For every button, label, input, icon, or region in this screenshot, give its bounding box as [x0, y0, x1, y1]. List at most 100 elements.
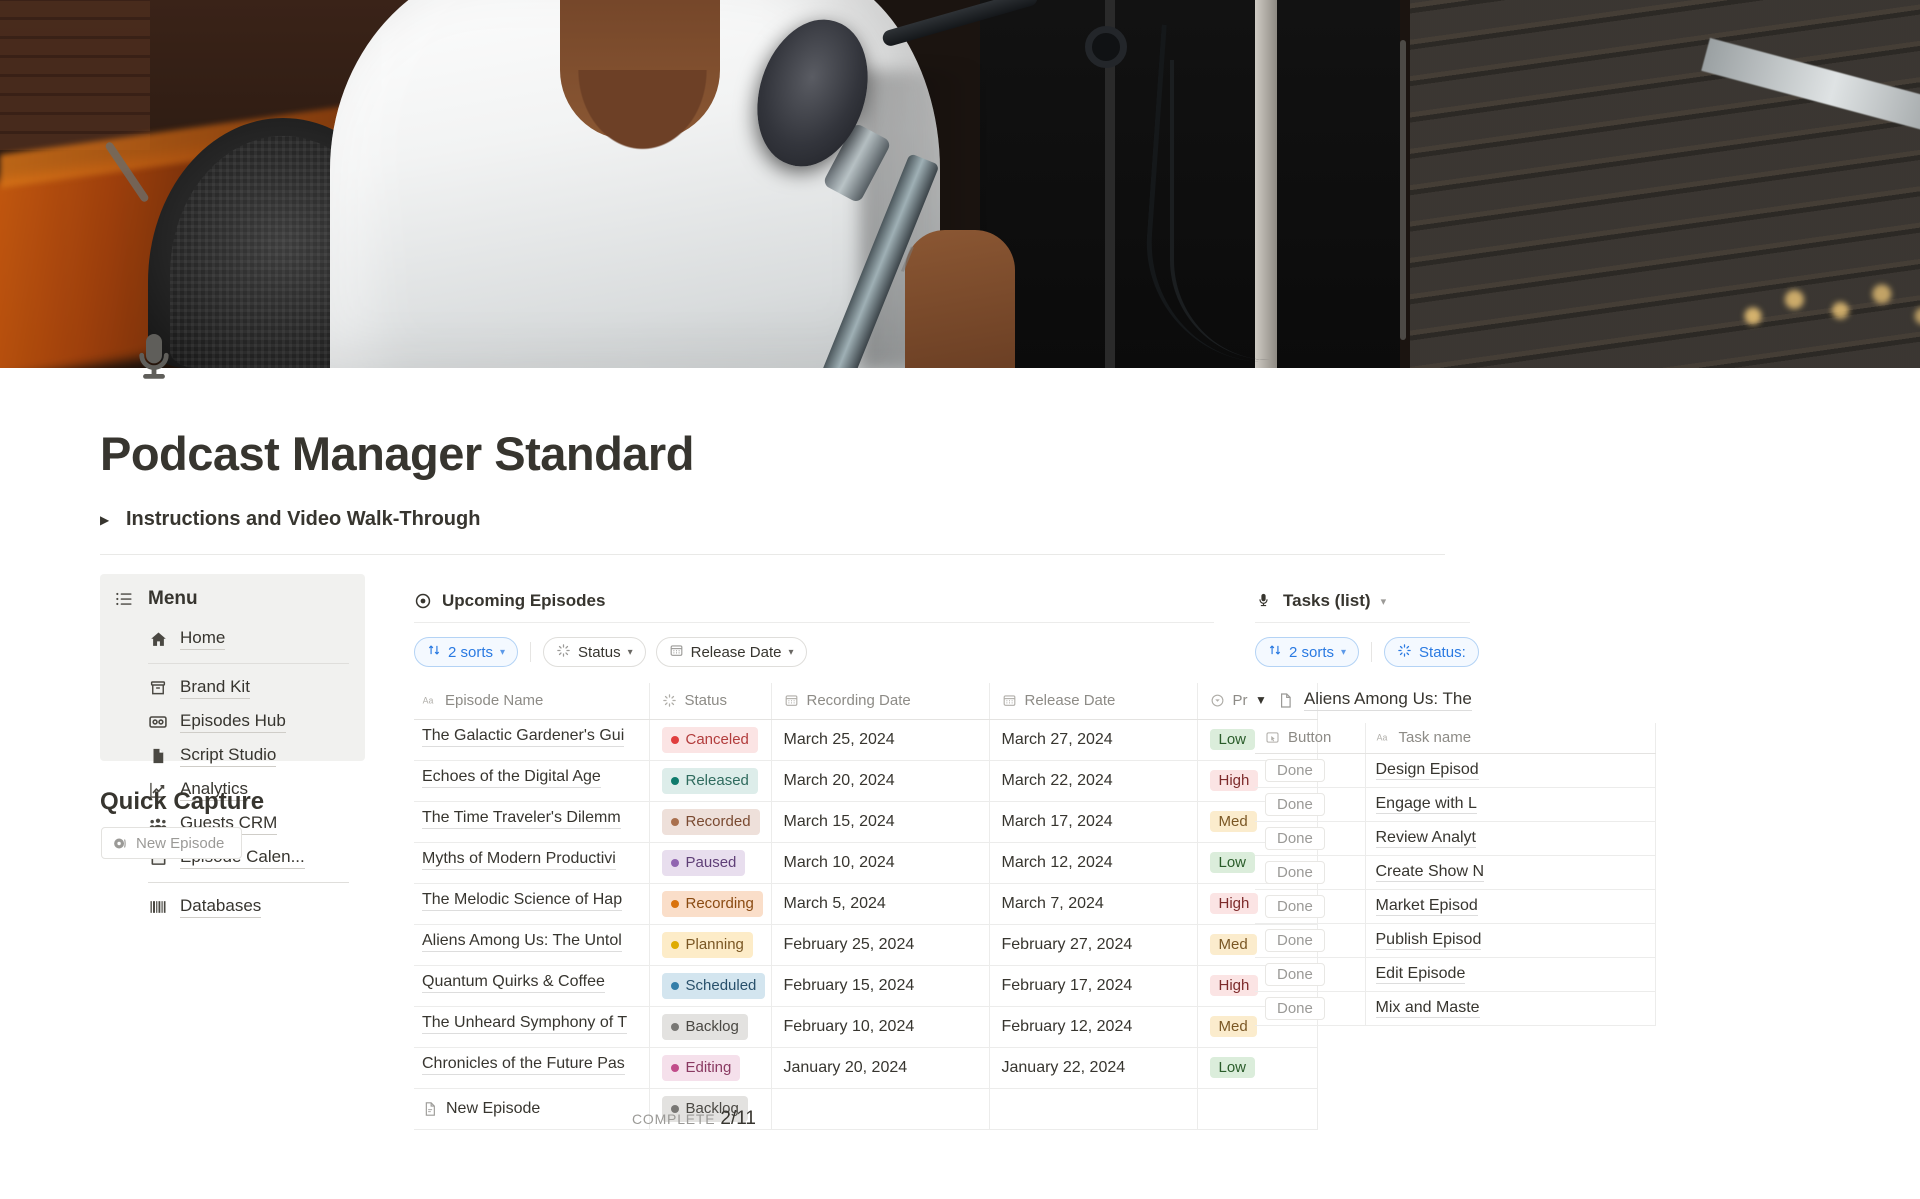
cell-episode-name[interactable]: Echoes of the Digital Age: [414, 760, 650, 802]
cell-status[interactable]: Recorded: [649, 801, 772, 843]
cell-recording-date[interactable]: [771, 1088, 990, 1130]
table-row[interactable]: Chronicles of the Future Pas Editing Janua…: [414, 1047, 1318, 1089]
cell-status[interactable]: Scheduled: [649, 965, 772, 1007]
cell-task-name[interactable]: Market Episod: [1365, 889, 1656, 924]
chevron-down-icon[interactable]: ▼: [1255, 693, 1267, 707]
cell-task-name[interactable]: Edit Episode: [1365, 957, 1656, 992]
release-date-filter-button[interactable]: Release Date ▾: [655, 637, 807, 667]
sidebar-item-home[interactable]: Home: [148, 622, 365, 656]
table-row[interactable]: Myths of Modern Productivi Paused March 10…: [414, 842, 1318, 884]
column-header-release-date[interactable]: Release Date: [989, 683, 1198, 720]
sidebar-item-databases[interactable]: Databases: [148, 890, 365, 924]
cell-episode-name[interactable]: Aliens Among Us: The Untol: [414, 924, 650, 966]
cell-task-name[interactable]: Engage with L: [1365, 787, 1656, 822]
cell-episode-name[interactable]: Quantum Quirks & Coffee: [414, 965, 650, 1007]
table-row[interactable]: The Melodic Science of Hap Recording March…: [414, 883, 1318, 925]
column-header-recording-date[interactable]: Recording Date: [771, 683, 990, 720]
table-row[interactable]: Aliens Among Us: The Untol Planning Februa…: [414, 924, 1318, 966]
task-row[interactable]: Done Publish Episod: [1255, 923, 1656, 958]
cell-done-button[interactable]: Done: [1255, 991, 1366, 1026]
cell-status[interactable]: Paused: [649, 842, 772, 884]
database-header[interactable]: Upcoming Episodes: [414, 586, 1214, 616]
cell-release-date[interactable]: [989, 1088, 1198, 1130]
cell-release-date[interactable]: March 12, 2024: [989, 842, 1198, 884]
done-button[interactable]: Done: [1265, 996, 1325, 1020]
cell-recording-date[interactable]: February 25, 2024: [771, 924, 990, 966]
done-button[interactable]: Done: [1265, 928, 1325, 952]
cell-status[interactable]: Backlog: [649, 1006, 772, 1048]
sidebar-item-brand-kit[interactable]: Brand Kit: [148, 671, 365, 705]
cell-status[interactable]: Recording: [649, 883, 772, 925]
done-button[interactable]: Done: [1265, 826, 1325, 850]
instructions-toggle[interactable]: ▶ Instructions and Video Walk-Through: [100, 508, 480, 531]
table-row[interactable]: Quantum Quirks & Coffee Scheduled February…: [414, 965, 1318, 1007]
status-filter-button[interactable]: Status ▾: [543, 637, 646, 667]
task-row[interactable]: Done Create Show N: [1255, 855, 1656, 890]
cell-status[interactable]: Canceled: [649, 719, 772, 761]
column-header-episode-name[interactable]: Aa Episode Name: [414, 683, 650, 720]
task-row[interactable]: Done Engage with L: [1255, 787, 1656, 822]
cell-task-name[interactable]: Review Analyt: [1365, 821, 1656, 856]
cell-episode-name[interactable]: The Galactic Gardener's Gui: [414, 719, 650, 761]
new-episode-button[interactable]: New Episode: [101, 827, 242, 859]
cell-recording-date[interactable]: March 10, 2024: [771, 842, 990, 884]
cell-recording-date[interactable]: January 20, 2024: [771, 1047, 990, 1089]
task-row[interactable]: Done Design Episod: [1255, 753, 1656, 788]
cell-done-button[interactable]: Done: [1255, 821, 1366, 856]
cell-task-name[interactable]: Create Show N: [1365, 855, 1656, 890]
chevron-right-icon[interactable]: ▶: [100, 514, 114, 526]
tasks-status-filter-button[interactable]: Status:: [1384, 637, 1479, 667]
cell-done-button[interactable]: Done: [1255, 753, 1366, 788]
sidebar-item-script-studio[interactable]: Script Studio: [148, 739, 365, 773]
cell-episode-name[interactable]: The Unheard Symphony of T: [414, 1006, 650, 1048]
cell-release-date[interactable]: March 27, 2024: [989, 719, 1198, 761]
sorts-filter-button[interactable]: 2 sorts ▾: [414, 637, 519, 667]
cell-done-button[interactable]: Done: [1255, 855, 1366, 890]
column-header-task-name[interactable]: Aa Task name: [1365, 723, 1656, 754]
cell-task-name[interactable]: Mix and Maste: [1365, 991, 1656, 1026]
cell-recording-date[interactable]: March 15, 2024: [771, 801, 990, 843]
cell-episode-name[interactable]: The Time Traveler's Dilemm: [414, 801, 650, 843]
table-row[interactable]: The Galactic Gardener's Gui Canceled March…: [414, 719, 1318, 761]
cell-task-name[interactable]: Publish Episod: [1365, 923, 1656, 958]
cell-release-date[interactable]: February 27, 2024: [989, 924, 1198, 966]
table-row[interactable]: Echoes of the Digital Age Released March 2…: [414, 760, 1318, 802]
done-button[interactable]: Done: [1265, 962, 1325, 986]
cell-status[interactable]: Editing: [649, 1047, 772, 1089]
cell-priority[interactable]: Low: [1197, 1047, 1318, 1089]
cell-episode-name[interactable]: Myths of Modern Productivi: [414, 842, 650, 884]
sidebar-item-episodes-hub[interactable]: Episodes Hub: [148, 705, 365, 739]
done-button[interactable]: Done: [1265, 758, 1325, 782]
new-episode-row[interactable]: New Episode Backlog: [414, 1088, 1318, 1130]
cell-done-button[interactable]: Done: [1255, 923, 1366, 958]
cell-recording-date[interactable]: February 15, 2024: [771, 965, 990, 1007]
table-row[interactable]: The Time Traveler's Dilemm Recorded March …: [414, 801, 1318, 843]
cell-status[interactable]: Planning: [649, 924, 772, 966]
cell-status[interactable]: Released: [649, 760, 772, 802]
task-row[interactable]: Done Review Analyt: [1255, 821, 1656, 856]
done-button[interactable]: Done: [1265, 860, 1325, 884]
chevron-down-icon[interactable]: ▾: [1381, 595, 1387, 608]
cell-recording-date[interactable]: March 20, 2024: [771, 760, 990, 802]
cell-episode-name[interactable]: The Melodic Science of Hap: [414, 883, 650, 925]
cell-release-date[interactable]: March 22, 2024: [989, 760, 1198, 802]
cell-release-date[interactable]: February 17, 2024: [989, 965, 1198, 1007]
tasks-sorts-filter-button[interactable]: 2 sorts ▾: [1255, 637, 1360, 667]
cell-episode-name[interactable]: Chronicles of the Future Pas: [414, 1047, 650, 1089]
cell-task-name[interactable]: Design Episod: [1365, 753, 1656, 788]
cell-recording-date[interactable]: February 10, 2024: [771, 1006, 990, 1048]
cell-priority[interactable]: [1197, 1088, 1318, 1130]
cell-release-date[interactable]: February 12, 2024: [989, 1006, 1198, 1048]
cell-new-episode[interactable]: New Episode: [414, 1088, 650, 1130]
cell-recording-date[interactable]: March 25, 2024: [771, 719, 990, 761]
cell-release-date[interactable]: March 17, 2024: [989, 801, 1198, 843]
cell-recording-date[interactable]: March 5, 2024: [771, 883, 990, 925]
cell-done-button[interactable]: Done: [1255, 957, 1366, 992]
done-button[interactable]: Done: [1265, 894, 1325, 918]
cell-release-date[interactable]: January 22, 2024: [989, 1047, 1198, 1089]
tasks-group-header[interactable]: ▼ Aliens Among Us: The: [1255, 689, 1655, 711]
task-row[interactable]: Done Market Episod: [1255, 889, 1656, 924]
done-button[interactable]: Done: [1265, 792, 1325, 816]
task-row[interactable]: Done Edit Episode: [1255, 957, 1656, 992]
microphone-icon[interactable]: [122, 326, 186, 390]
